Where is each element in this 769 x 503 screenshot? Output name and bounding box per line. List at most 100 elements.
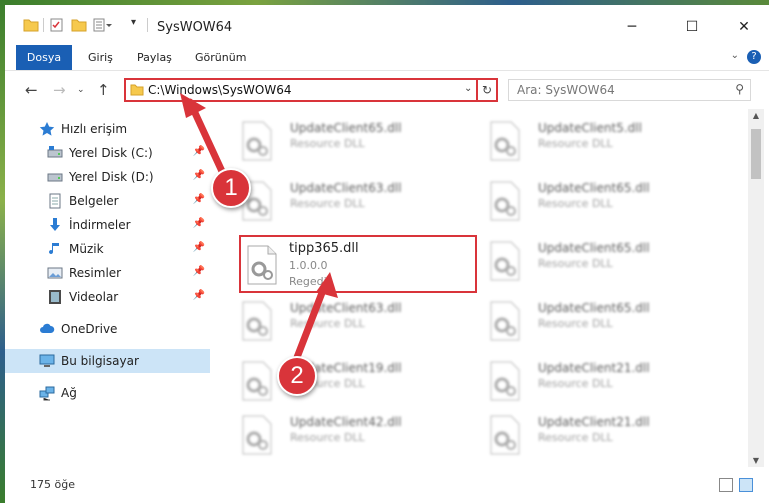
large-icons-view-icon[interactable] [739, 478, 753, 492]
window-title: SysWOW64 [157, 20, 233, 35]
vertical-scrollbar[interactable]: ▲ ▼ [748, 109, 764, 467]
sidebar-item-pictures[interactable]: Resimler 📌 [5, 261, 210, 285]
refresh-button[interactable]: ↻ [476, 78, 498, 102]
list-item[interactable]: UpdateClient21.dll Resource DLL [476, 409, 706, 461]
list-item[interactable]: UpdateClient21.dll Resource DLL [476, 355, 706, 407]
folder-icon [23, 19, 39, 32]
dll-file-icon [242, 415, 272, 455]
scroll-down-icon[interactable]: ▼ [748, 456, 764, 465]
sidebar-item-downloads[interactable]: İndirmeler 📌 [5, 213, 210, 237]
sidebar-item-music[interactable]: Müzik 📌 [5, 237, 210, 261]
minimize-button[interactable]: ─ [609, 13, 655, 41]
tab-home[interactable]: Giriş [88, 45, 113, 70]
dll-file-icon [242, 361, 272, 401]
file-name: tipp365.dll [289, 241, 359, 256]
pin-icon[interactable]: 📌 [193, 146, 205, 157]
file-version: 1.0.0.0 [289, 259, 328, 272]
sidebar-item-this-pc[interactable]: Bu bilgisayar [5, 349, 210, 373]
recent-locations-icon[interactable]: ⌄ [77, 85, 85, 95]
search-input[interactable]: Ara: SysWOW64 ⚲ [508, 79, 751, 101]
sidebar-item-local-disk-d[interactable]: Yerel Disk (D:) 📌 [5, 165, 210, 189]
cloud-icon [40, 323, 55, 333]
list-item[interactable]: UpdateClient65.dll Resource DLL [476, 295, 706, 347]
item-count: 175 öğe [30, 478, 75, 491]
close-button[interactable]: ✕ [721, 13, 767, 41]
quick-access-dropdown-icon[interactable]: ▾ [131, 17, 136, 28]
file-list: UpdateClient65.dll Resource DLL UpdateCl… [220, 109, 748, 467]
address-path: C:\Windows\SysWOW64 [148, 83, 292, 97]
navigation-bar: ← → ⌄ ↑ C:\Windows\SysWOW64 ⌄ ↻ Ara: Sys… [5, 71, 769, 109]
scroll-thumb[interactable] [751, 129, 761, 179]
search-placeholder: Ara: SysWOW64 [517, 83, 615, 97]
forward-icon[interactable]: → [53, 81, 66, 99]
dll-file-icon [490, 121, 520, 161]
list-item[interactable]: UpdateClient65.dll Resource DLL [476, 235, 706, 287]
dll-file-icon [242, 301, 272, 341]
sidebar-item-videos[interactable]: Videolar 📌 [5, 285, 210, 309]
pictures-icon [47, 267, 63, 279]
list-item[interactable]: UpdateClient63.dll Resource DLL [228, 175, 458, 227]
pin-icon[interactable]: 📌 [193, 290, 205, 301]
dll-file-icon [490, 415, 520, 455]
list-item[interactable]: UpdateClient19.dll Resource DLL [228, 355, 458, 407]
list-item[interactable]: UpdateClient63.dll Resource DLL [228, 295, 458, 347]
step-badge-2: 2 [277, 356, 317, 396]
list-item[interactable]: UpdateClient65.dll Resource DLL [476, 175, 706, 227]
customize-toolbar-icon[interactable] [93, 18, 113, 32]
pin-icon[interactable]: 📌 [193, 266, 205, 277]
sidebar-item-local-disk-c[interactable]: Yerel Disk (C:) 📌 [5, 141, 210, 165]
scroll-up-icon[interactable]: ▲ [748, 111, 764, 120]
music-icon [49, 243, 59, 255]
tab-share[interactable]: Paylaş [137, 45, 172, 70]
properties-icon[interactable] [49, 18, 65, 32]
status-bar: 175 öğe [5, 471, 769, 501]
step-badge-1: 1 [211, 168, 251, 208]
search-icon: ⚲ [735, 82, 744, 96]
file-description: Regedit [289, 275, 332, 288]
address-dropdown-icon[interactable]: ⌄ [464, 83, 472, 94]
maximize-button[interactable]: ☐ [669, 13, 715, 41]
separator [43, 18, 44, 32]
tab-view[interactable]: Görünüm [195, 45, 246, 70]
download-icon [50, 218, 60, 231]
list-item[interactable]: UpdateClient42.dll Resource DLL [228, 409, 458, 461]
tab-file[interactable]: Dosya [16, 45, 72, 70]
title-bar: ▾ SysWOW64 ─ ☐ ✕ [5, 5, 769, 45]
drive-icon [47, 146, 63, 158]
drive-icon [47, 173, 63, 182]
pin-icon[interactable]: 📌 [193, 170, 205, 181]
address-bar[interactable]: C:\Windows\SysWOW64 ⌄ [124, 78, 494, 102]
back-icon[interactable]: ← [25, 81, 38, 99]
new-folder-icon[interactable] [71, 18, 87, 32]
pin-icon[interactable]: 📌 [193, 242, 205, 253]
dll-file-icon [490, 181, 520, 221]
sidebar-item-network[interactable]: Ağ [5, 381, 210, 405]
list-item[interactable]: UpdateClient5.dll Resource DLL [476, 115, 706, 167]
tipp365-file-item[interactable]: tipp365.dll 1.0.0.0 Regedit [239, 235, 477, 293]
sidebar-item-onedrive[interactable]: OneDrive [5, 317, 210, 341]
explorer-window: ▾ SysWOW64 ─ ☐ ✕ Dosya Giriş Paylaş Görü… [5, 5, 769, 503]
sidebar-item-quick-access[interactable]: Hızlı erişim [5, 117, 210, 141]
expand-ribbon-icon[interactable]: ⌄ [731, 50, 739, 61]
dll-file-icon [490, 361, 520, 401]
computer-icon [39, 354, 55, 367]
dll-file-icon [490, 301, 520, 341]
dll-file-icon [242, 121, 272, 161]
videos-icon [49, 290, 61, 304]
up-icon[interactable]: ↑ [97, 81, 110, 99]
documents-icon [49, 193, 61, 209]
dll-file-icon [247, 245, 277, 285]
pin-icon[interactable]: 📌 [193, 218, 205, 229]
list-item[interactable]: UpdateClient65.dll Resource DLL [228, 115, 458, 167]
navigation-pane: Hızlı erişim Yerel Disk (C:) 📌 Yerel Dis… [5, 109, 210, 467]
folder-icon [130, 84, 144, 96]
star-icon [39, 122, 55, 136]
dll-file-icon [490, 241, 520, 281]
separator [147, 18, 148, 32]
help-icon[interactable]: ? [747, 50, 761, 64]
ribbon-tabs: Dosya Giriş Paylaş Görünüm ⌄ ? [5, 45, 769, 71]
network-icon [39, 386, 55, 401]
sidebar-item-documents[interactable]: Belgeler 📌 [5, 189, 210, 213]
details-view-icon[interactable] [719, 478, 733, 492]
pin-icon[interactable]: 📌 [193, 194, 205, 205]
